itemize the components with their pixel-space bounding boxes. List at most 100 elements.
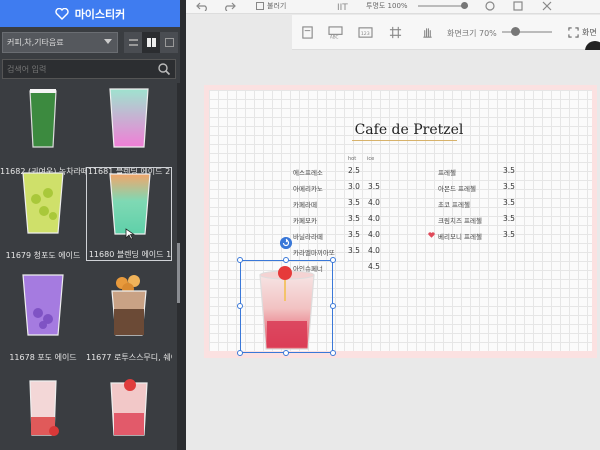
menu-price: 3.5: [503, 230, 515, 239]
flip-icon[interactable]: [512, 1, 524, 11]
small-grid-view-icon: [164, 38, 174, 47]
menu-item-name: 카페모카: [293, 217, 317, 225]
menu-price-hot: 3.5: [348, 246, 360, 255]
category-select[interactable]: 커피,차,기타음료: [2, 32, 118, 53]
list-view-button[interactable]: [124, 32, 142, 53]
page-icon: [301, 25, 313, 39]
text-box-button[interactable]: ABC: [326, 23, 344, 41]
opacity-knob[interactable]: [461, 2, 468, 9]
selection-box[interactable]: [240, 260, 333, 353]
zoom-slider[interactable]: [502, 31, 552, 33]
bring-button[interactable]: 불러기: [256, 0, 286, 12]
resize-handle-bottom-left[interactable]: [237, 350, 243, 356]
search-input[interactable]: [3, 64, 157, 74]
sticker-panel: 마이스티커 커피,차,기타음료 11682 (귀여운) 녹차라떼2: [0, 0, 180, 450]
col-header-ice: ice: [367, 156, 375, 162]
menu-item-name: 아몬드 프레첼: [438, 185, 476, 193]
grid-icon: [389, 26, 401, 38]
menu-price-ice: 3.5: [368, 182, 380, 191]
berry-ade-thumbnail: [110, 379, 148, 436]
lock-icon[interactable]: [484, 1, 496, 11]
sticker-item[interactable]: 11677 로투스스무디, 쉐이: [86, 269, 172, 363]
grape-ade-thumbnail: [22, 274, 64, 336]
resize-handle-bottom-right[interactable]: [330, 350, 336, 356]
menu-item-name: 크림치즈 프레첼: [438, 217, 482, 225]
sticker-item[interactable]: [0, 369, 86, 450]
menu-price: 3.5: [503, 198, 515, 207]
sticker-grid: 11682 (귀여운) 녹차라떼2 11681 블렌딩 에이드 2 11679 …: [0, 83, 176, 450]
zoom-slider-knob[interactable]: [511, 27, 520, 36]
col-header-hot: hot: [348, 156, 357, 162]
sticker-item[interactable]: 11681 블렌딩 에이드 2: [86, 83, 172, 177]
menu-price: 3.5: [503, 166, 515, 175]
menu-price-ice: 4.0: [368, 214, 380, 223]
bring-label: 불러기: [267, 2, 287, 10]
menu-item-name: 카페라떼: [293, 201, 317, 209]
menu-price-ice: 4.0: [368, 230, 380, 239]
sticker-item[interactable]: [86, 369, 172, 450]
heart-icon: [428, 232, 435, 238]
redo-icon[interactable]: [224, 1, 236, 11]
small-grid-view-button[interactable]: [160, 32, 178, 53]
menu-item-name: 바닐라라떼: [293, 233, 323, 241]
fit-screen-button[interactable]: 화면: [568, 24, 600, 40]
list-view-icon: [128, 39, 138, 46]
menu-price: 3.5: [503, 214, 515, 223]
menu-item-name: 카라멜마끼아또: [293, 249, 335, 257]
search-icon[interactable]: [157, 62, 171, 76]
green-tea-latte-thumbnail: [29, 89, 57, 148]
green-grape-ade-thumbnail: [22, 172, 64, 234]
opacity-label: 투명도 100%: [366, 2, 408, 10]
grid-view-button[interactable]: [142, 32, 160, 53]
rotate-icon[interactable]: [280, 237, 292, 249]
menu-price-hot: 3.0: [348, 182, 360, 191]
sticker-item[interactable]: 11678 포도 에이드: [0, 269, 86, 363]
blending-ade-thumbnail: [109, 88, 149, 148]
sticker-label: 11678 포도 에이드: [9, 353, 77, 362]
menu-title[interactable]: Cafe de Pretzel: [349, 122, 469, 138]
menu-price-hot: 3.5: [348, 198, 360, 207]
resize-handle-top-left[interactable]: [237, 257, 243, 263]
sticker-item[interactable]: 11679 청포도 에이드: [0, 167, 86, 261]
svg-text:123: 123: [360, 30, 369, 36]
menu-item-name: 베리모니 프레첼: [438, 233, 482, 241]
menu-price-hot: 3.5: [348, 214, 360, 223]
number-button[interactable]: 123: [356, 23, 374, 41]
menu-price-ice: 4.0: [368, 246, 380, 255]
sticker-label: 11679 청포도 에이드: [5, 251, 81, 260]
menu-price-hot: 2.5: [348, 166, 360, 175]
resize-handle-bottom[interactable]: [283, 350, 289, 356]
resize-handle-left[interactable]: [237, 303, 243, 309]
menu-item-name: 아메리카노: [293, 185, 323, 193]
fit-screen-icon: [568, 26, 579, 38]
menu-price: 3.5: [503, 182, 515, 191]
resize-handle-top[interactable]: [283, 257, 289, 263]
zoom-label: 화면크기 70%: [447, 29, 497, 38]
menu-price-ice: 4.5: [368, 262, 380, 271]
grid-button[interactable]: [386, 23, 404, 41]
hand-icon: [422, 27, 432, 38]
sticker-item-selected[interactable]: 11680 블렌딩 에이드 1: [86, 167, 172, 261]
sticker-label: 11677 로투스스무디, 쉐이: [86, 353, 172, 362]
chevron-down-icon: [104, 39, 112, 44]
delete-icon[interactable]: [541, 1, 553, 11]
view-toggle: [124, 32, 178, 53]
strawberry-drink-thumbnail: [29, 380, 59, 436]
resize-handle-top-right[interactable]: [330, 257, 336, 263]
title-underline: [352, 140, 457, 141]
page-settings-button[interactable]: [298, 23, 316, 41]
my-sticker-button[interactable]: 마이스티커: [0, 0, 180, 27]
sticker-label: 11680 블렌딩 에이드 1: [88, 250, 172, 259]
menu-item-name: 프레첼: [438, 169, 456, 177]
sticker-item[interactable]: 11682 (귀여운) 녹차라떼2: [0, 83, 86, 177]
text-box-icon: ABC: [327, 25, 343, 39]
menu-price-ice: 4.0: [368, 198, 380, 207]
grid-view-icon: [146, 38, 156, 47]
undo-icon[interactable]: [196, 1, 208, 11]
resize-handle-right[interactable]: [330, 303, 336, 309]
blending-ade-1-thumbnail: [109, 173, 151, 235]
menu-item-name: 에스프레소: [293, 169, 323, 177]
text-tool-icon[interactable]: IIT: [336, 1, 352, 11]
number-icon: 123: [357, 26, 373, 38]
hand-tool-button[interactable]: [418, 23, 436, 41]
